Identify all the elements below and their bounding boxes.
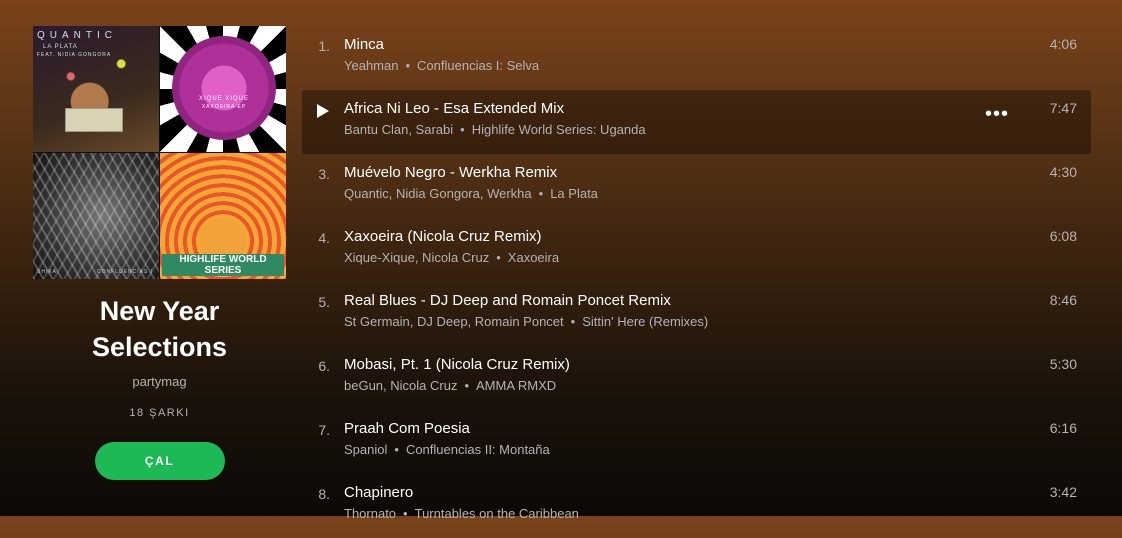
separator-dot: • <box>403 506 408 521</box>
separator-dot: • <box>496 250 501 265</box>
track-meta: St Germain, DJ Deep, Romain Poncet • Sitti… <box>344 314 708 329</box>
track-meta: Bantu Clan, Sarabi • Highlife World Series… <box>344 122 646 137</box>
track-row[interactable]: 6. Mobasi, Pt. 1 (Nicola Cruz Remix) beG… <box>302 346 1091 410</box>
track-album[interactable]: Turntables on the Caribbean <box>415 506 579 521</box>
track-row[interactable]: 3. Muévelo Negro - Werkha Remix Quantic,… <box>302 154 1091 218</box>
cover-tile-title: QUANTIC <box>37 30 117 41</box>
playlist-owner[interactable]: partymag <box>132 374 186 389</box>
track-meta: beGun, Nicola Cruz • AMMA RMXD <box>344 378 556 393</box>
track-number: 3. <box>318 166 330 182</box>
track-count: 18 ŞARKI <box>129 407 190 419</box>
cover-tile-confluencias: SHIKA CONFLUENCIAS I <box>33 153 159 279</box>
separator-dot: • <box>460 122 465 137</box>
track-duration: 7:47 <box>1049 100 1077 116</box>
separator-dot: • <box>405 58 411 73</box>
cover-tile-highlife: HIGHLIFE WORLD SERIES <box>160 153 286 279</box>
track-row[interactable]: 1. Minca Yeahman • Confluencias I: Selva 4… <box>302 26 1091 90</box>
cover-tile-title: XIQUE XIQUE <box>198 96 249 102</box>
track-album[interactable]: Highlife World Series: Uganda <box>472 122 646 137</box>
track-meta: Yeahman • Confluencias I: Selva <box>344 58 539 73</box>
track-artists[interactable]: St Germain, DJ Deep, Romain Poncet <box>344 314 564 329</box>
track-row[interactable]: 8. Chapinero Thornato • Turntables on the … <box>302 474 1091 538</box>
vinyl-disc: XIQUE XIQUE XAXOEIRA EP <box>172 36 276 140</box>
track-artists[interactable]: Thornato <box>344 506 396 521</box>
cover-tile-subtitle-2: FEAT. NIDIA GONGORA <box>37 52 112 58</box>
track-row[interactable]: 4. Xaxoeira (Nicola Cruz Remix) Xique-Xi… <box>302 218 1091 282</box>
track-duration: 6:08 <box>1049 228 1077 244</box>
track-meta: Spaniol • Confluencias II: Montaña <box>344 442 550 457</box>
track-list: 1. Minca Yeahman • Confluencias I: Selva 4… <box>302 26 1091 538</box>
cover-tile-la-plata: QUANTIC LA PLATA FEAT. NIDIA GONGORA <box>33 26 159 152</box>
track-title: Chapinero <box>344 484 414 501</box>
playlist-title: New Year Selections <box>91 296 228 362</box>
banknote-image <box>65 108 123 132</box>
track-artists[interactable]: Yeahman <box>344 58 398 73</box>
track-title: Minca <box>344 36 385 53</box>
track-artists[interactable]: beGun, Nicola Cruz <box>344 378 457 393</box>
track-title: Muévelo Negro - Werkha Remix <box>344 164 558 181</box>
play-icon[interactable] <box>317 104 329 118</box>
track-meta: Thornato • Turntables on the Caribbean <box>344 506 579 521</box>
track-duration: 4:30 <box>1049 164 1077 180</box>
separator-dot: • <box>394 442 399 457</box>
track-title: Real Blues - DJ Deep and Romain Poncet R… <box>344 292 671 309</box>
track-artists[interactable]: Spaniol <box>344 442 387 457</box>
track-album[interactable]: La Plata <box>550 186 598 201</box>
track-duration: 6:16 <box>1049 420 1077 436</box>
track-album[interactable]: AMMA RMXD <box>476 378 556 393</box>
cover-tile-artist: SHIKA <box>37 269 58 275</box>
track-artists[interactable]: Xique-Xique, Nicola Cruz <box>344 250 489 265</box>
track-row[interactable]: Africa Ni Leo - Esa Extended Mix Bantu C… <box>302 90 1091 154</box>
cover-tile-title: CONFLUENCIAS I <box>97 269 153 275</box>
track-album[interactable]: Xaxoeira <box>508 250 559 265</box>
track-number: 8. <box>318 486 330 502</box>
cover-tile-subtitle: LA PLATA <box>43 44 78 50</box>
track-meta: Quantic, Nidia Gongora, Werkha • La Plata <box>344 186 598 201</box>
track-artists[interactable]: Quantic, Nidia Gongora, Werkha <box>344 186 532 201</box>
track-number: 1. <box>318 38 330 54</box>
track-album[interactable]: Confluencias II: Montaña <box>406 442 550 457</box>
track-number: 4. <box>318 230 330 246</box>
playlist-cover[interactable]: QUANTIC LA PLATA FEAT. NIDIA GONGORA XIQ… <box>33 26 286 279</box>
track-number: 6. <box>318 358 330 374</box>
track-number: 7. <box>318 422 330 438</box>
track-artists[interactable]: Bantu Clan, Sarabi <box>344 122 453 137</box>
track-number: 5. <box>318 294 330 310</box>
separator-dot: • <box>538 186 544 201</box>
track-album[interactable]: Confluencias I: Selva <box>417 58 539 73</box>
play-button[interactable]: ÇAL <box>94 442 225 480</box>
track-duration: 5:30 <box>1049 356 1077 372</box>
playlist-header: QUANTIC LA PLATA FEAT. NIDIA GONGORA XIQ… <box>33 26 286 480</box>
track-album[interactable]: Sittin' Here (Remixes) <box>582 314 708 329</box>
cover-tile-title: HIGHLIFE WORLD SERIES <box>162 254 284 276</box>
track-title: Mobasi, Pt. 1 (Nicola Cruz Remix) <box>344 356 570 373</box>
cover-tile-subtitle: XAXOEIRA EP <box>201 104 247 110</box>
track-duration: 4:06 <box>1049 36 1077 52</box>
separator-dot: • <box>570 314 576 329</box>
separator-dot: • <box>464 378 470 393</box>
track-duration: 3:42 <box>1049 484 1077 500</box>
track-row[interactable]: 5. Real Blues - DJ Deep and Romain Ponce… <box>302 282 1091 346</box>
track-row[interactable]: 7. Praah Com Poesia Spaniol • Confluencias… <box>302 410 1091 474</box>
track-title: Xaxoeira (Nicola Cruz Remix) <box>344 228 542 245</box>
more-options-icon[interactable]: ••• <box>985 104 1009 124</box>
cover-tile-xaxoeira: XIQUE XIQUE XAXOEIRA EP <box>160 26 286 152</box>
track-title: Africa Ni Leo - Esa Extended Mix <box>344 100 565 117</box>
track-meta: Xique-Xique, Nicola Cruz • Xaxoeira <box>344 250 559 265</box>
track-duration: 8:46 <box>1049 292 1077 308</box>
track-title: Praah Com Poesia <box>344 420 470 437</box>
